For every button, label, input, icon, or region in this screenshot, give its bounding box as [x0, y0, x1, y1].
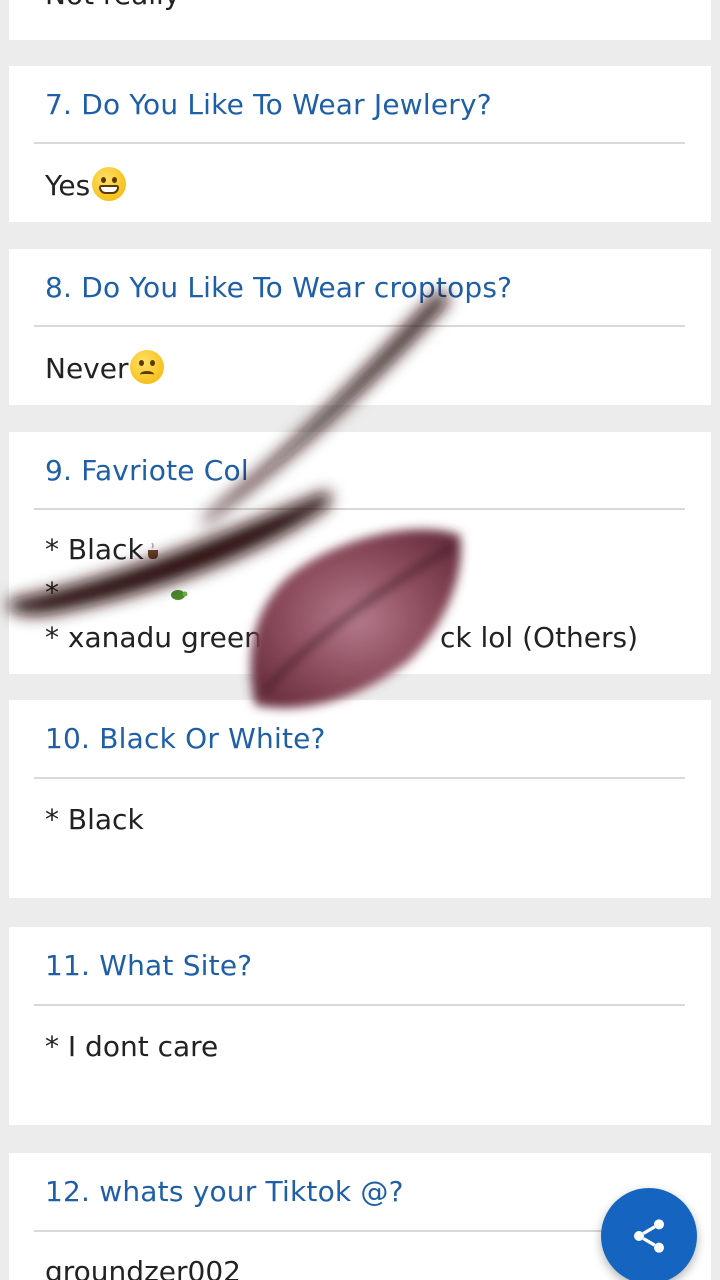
divider — [34, 508, 685, 510]
divider — [34, 142, 685, 144]
question-title: 9. Favriote Col — [45, 454, 249, 487]
answer-text: groundzer002 — [45, 1255, 241, 1280]
question-title: 11. What Site? — [45, 949, 253, 982]
answer-text: Yes — [45, 167, 127, 202]
question-title: 12. whats your Tiktok @? — [45, 1175, 404, 1208]
divider — [34, 1230, 685, 1232]
answer-text: * Black — [45, 803, 144, 836]
question-title: 7. Do You Like To Wear Jewlery? — [45, 88, 492, 121]
answer-line: * xanadu green — [45, 621, 262, 654]
answer-card-6: Not really — [9, 0, 711, 40]
question-card-10: 10. Black Or White? * Black — [9, 700, 711, 898]
divider — [34, 1004, 685, 1006]
question-card-11: 11. What Site? * I dont care — [9, 927, 711, 1125]
question-card-7: 7. Do You Like To Wear Jewlery? Yes — [9, 66, 711, 222]
question-title: 10. Black Or White? — [45, 722, 326, 755]
answer-text: Never — [45, 350, 165, 385]
answer-line-tail: ck lol (Others) — [440, 621, 639, 654]
share-button[interactable] — [601, 1188, 697, 1280]
answer-text: Not really — [45, 0, 180, 11]
quiz-screen: Not really 7. Do You Like To Wear Jewler… — [0, 0, 720, 1280]
grinning-face-icon — [92, 167, 127, 201]
worried-face-icon — [130, 350, 165, 384]
divider — [34, 325, 685, 327]
answer-line: * — [45, 576, 188, 609]
question-title: 8. Do You Like To Wear croptops? — [45, 271, 513, 304]
question-card-9: 9. Favriote Col * Black * * xanadu green… — [9, 432, 711, 674]
share-icon — [634, 1219, 664, 1253]
answer-line: * Black — [45, 533, 164, 566]
divider — [34, 777, 685, 779]
turtle-icon — [170, 590, 188, 600]
question-card-8: 8. Do You Like To Wear croptops? Never — [9, 249, 711, 405]
answer-text: * I dont care — [45, 1030, 219, 1063]
coffee-icon — [147, 542, 158, 559]
